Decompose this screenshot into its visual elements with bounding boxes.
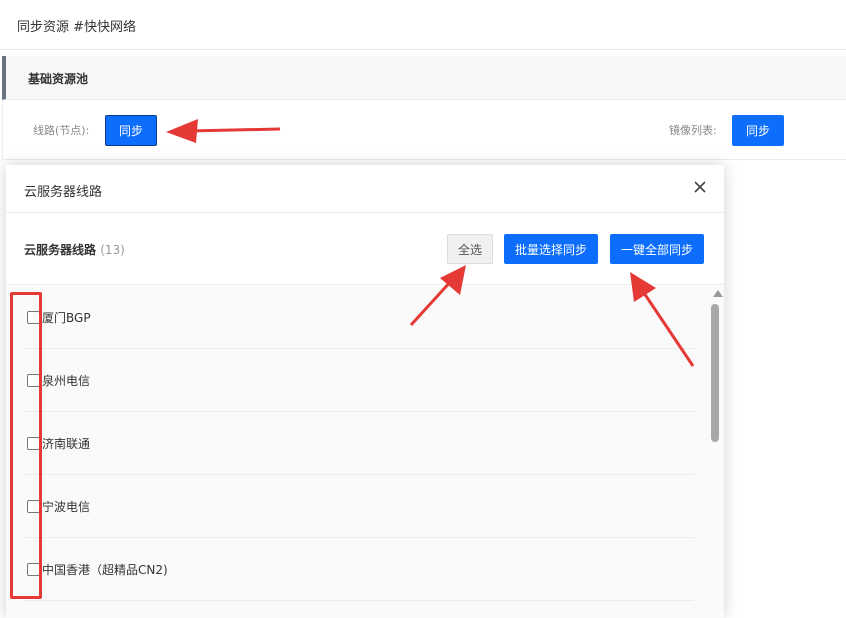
route-sync-button[interactable]: 同步 (105, 115, 157, 146)
list-item[interactable]: 厦门BGP (24, 286, 694, 349)
close-icon[interactable] (691, 178, 709, 196)
sync-row: 线路(节点): 同步 镜像列表: 同步 (2, 100, 846, 160)
mirror-sync-button[interactable]: 同步 (732, 115, 784, 146)
list-item[interactable]: 宁波电信 (24, 475, 694, 538)
modal-toolbar: 云服务器线路 (13) 全选 批量选择同步 一键全部同步 (6, 213, 724, 285)
select-all-button[interactable]: 全选 (447, 234, 493, 264)
checkbox[interactable] (27, 374, 40, 387)
route-name: 宁波电信 (42, 500, 91, 514)
route-list: 厦门BGP 泉州电信 济南联通 宁波电信 中国香港（超精品CN2) (6, 286, 724, 618)
sync-all-button[interactable]: 一键全部同步 (610, 234, 704, 264)
modal-title: 云服务器线路 (24, 185, 103, 200)
checkbox[interactable] (27, 500, 40, 513)
checkbox[interactable] (27, 311, 40, 324)
list-scrollbar[interactable] (711, 286, 723, 618)
cloud-server-route-modal: 云服务器线路 云服务器线路 (13) 全选 批量选择同步 一键全部同步 厦门BG… (6, 165, 724, 618)
page: 同步资源 #快快网络 基础资源池 线路(节点): 同步 镜像列表: 同步 云服务… (0, 0, 846, 618)
list-item[interactable]: 泉州电信 (24, 349, 694, 412)
top-bar: 同步资源 #快快网络 (0, 0, 846, 50)
page-title: 同步资源 #快快网络 (17, 20, 137, 35)
checkbox[interactable] (27, 563, 40, 576)
list-item[interactable]: 中国香港（超精品CN2) (24, 538, 694, 601)
scroll-thumb[interactable] (711, 304, 719, 442)
list-title-text: 云服务器线路 (24, 243, 97, 257)
modal-header: 云服务器线路 (6, 165, 724, 213)
route-name: 中国香港（超精品CN2) (42, 563, 168, 577)
list-item[interactable]: 济南联通 (24, 412, 694, 475)
scroll-up-arrow-icon[interactable] (713, 290, 723, 297)
route-name: 泉州电信 (42, 374, 91, 388)
section-title: 基础资源池 (28, 72, 89, 86)
batch-sync-button[interactable]: 批量选择同步 (504, 234, 598, 264)
list-title: 云服务器线路 (13) (24, 241, 125, 258)
checkbox[interactable] (27, 437, 40, 450)
route-name: 厦门BGP (42, 311, 91, 325)
mirror-label: 镜像列表: (669, 124, 717, 137)
route-name: 济南联通 (42, 437, 91, 451)
section-header: 基础资源池 (2, 56, 846, 100)
list-count: (13) (100, 243, 125, 257)
route-label: 线路(节点): (33, 124, 90, 137)
